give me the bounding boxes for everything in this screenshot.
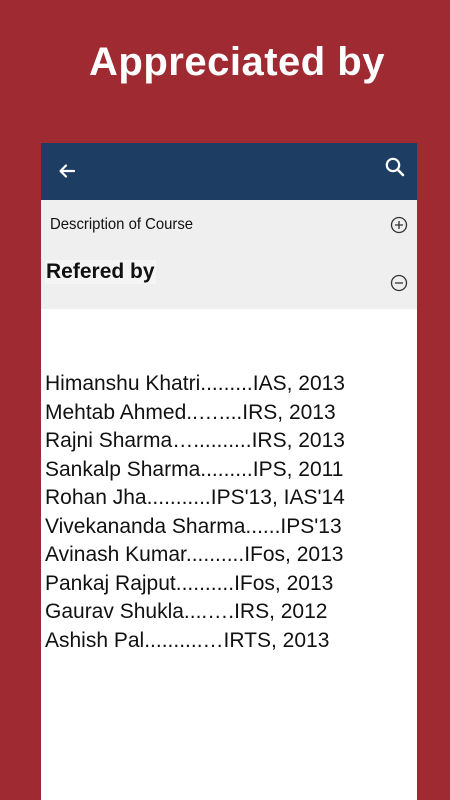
app-bar xyxy=(41,143,417,200)
list-item: Gaurav Shukla....….IRS, 2012 xyxy=(45,600,328,623)
referred-by-label: Refered by xyxy=(45,260,156,284)
list-item: Sankalp Sharma.........IPS, 2011 xyxy=(45,457,344,481)
back-button[interactable] xyxy=(51,155,83,187)
arrow-left-icon xyxy=(59,164,76,178)
search-icon xyxy=(385,157,405,177)
list-item: Pankaj Rajput..........IFos, 2013 xyxy=(45,571,334,595)
accordion-panel: Description of Course Refered by xyxy=(41,200,417,309)
list-item: Rohan Jha...........IPS'13, IAS'14 xyxy=(45,486,345,509)
app-screen: Description of Course Refered by Himansh… xyxy=(41,143,417,800)
list-item: Vivekananda Sharma......IPS'13 xyxy=(45,514,342,538)
list-item: Ashish Pal..........…IRTS, 2013 xyxy=(45,628,330,652)
referral-list: Himanshu Khatri.........IAS, 2013 Mehtab… xyxy=(45,370,345,655)
banner-title: Appreciated by xyxy=(89,40,385,84)
list-item: Rajni Sharma…..........IRS, 2013 xyxy=(45,429,345,452)
plus-circle-icon[interactable] xyxy=(389,215,409,235)
minus-circle-icon[interactable] xyxy=(389,273,409,293)
accordion-referred-by[interactable]: Refered by xyxy=(41,252,417,309)
list-item: Mehtab Ahmed..…....IRS, 2013 xyxy=(45,400,336,424)
accordion-description-course[interactable]: Description of Course xyxy=(41,200,417,252)
list-item: Himanshu Khatri.........IAS, 2013 xyxy=(45,372,345,395)
description-course-label: Description of Course xyxy=(50,216,194,233)
list-item: Avinash Kumar..........IFos, 2013 xyxy=(45,543,344,566)
search-button[interactable] xyxy=(379,151,411,183)
